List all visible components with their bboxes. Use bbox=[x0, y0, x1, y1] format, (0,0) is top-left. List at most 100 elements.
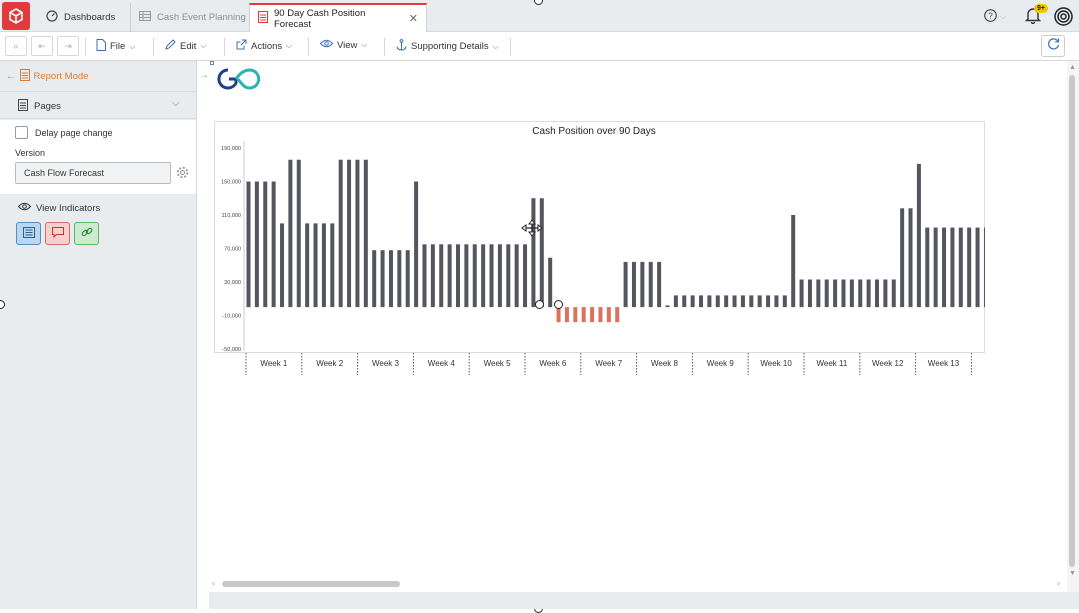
chart-bar bbox=[280, 223, 285, 308]
chart-bar bbox=[556, 307, 561, 323]
chart-bar bbox=[866, 279, 871, 308]
file-menu[interactable]: File ⌵ bbox=[96, 39, 135, 54]
chart-bar bbox=[539, 198, 544, 308]
chart-bar bbox=[514, 244, 519, 308]
chart-bar bbox=[548, 257, 553, 308]
week-label: Week 9 bbox=[707, 359, 735, 368]
tab-label: Dashboards bbox=[64, 12, 116, 23]
chart-bar bbox=[715, 295, 720, 308]
actions-menu[interactable]: Actions ⌵ bbox=[236, 39, 292, 53]
tab-cash-event-planning[interactable]: Cash Event Planning bbox=[130, 3, 254, 32]
chevron-down-icon: ⌵ bbox=[200, 41, 207, 50]
chart-bar bbox=[439, 244, 444, 308]
collapse-sidebar-icon[interactable]: → bbox=[199, 70, 209, 81]
version-select[interactable]: Cash Flow Forecast bbox=[15, 162, 171, 184]
pages-header[interactable]: Pages bbox=[18, 99, 61, 114]
chart-bar bbox=[631, 261, 636, 308]
chart-bar bbox=[875, 279, 879, 308]
week-label: Week 2 bbox=[316, 359, 344, 368]
report-mode-link[interactable]: ← Report Mode bbox=[6, 69, 88, 84]
tab-90-day-forecast[interactable]: 90 Day Cash Position Forecast ✕ bbox=[249, 3, 427, 32]
chart-bar bbox=[271, 181, 276, 308]
help-icon: ? bbox=[984, 9, 997, 25]
notification-badge: 9+ bbox=[1034, 4, 1048, 13]
chart-bar bbox=[883, 279, 888, 308]
selection-marker bbox=[210, 61, 214, 65]
tab-dashboards[interactable]: Dashboards bbox=[38, 3, 123, 32]
chart-bar bbox=[657, 261, 662, 308]
chart-bar bbox=[321, 223, 326, 308]
prev-page-icon[interactable]: ⇤ bbox=[31, 36, 53, 56]
app-logo-icon[interactable] bbox=[2, 2, 30, 30]
view-menu[interactable]: View ⌵ bbox=[319, 39, 368, 51]
chart-bar bbox=[824, 279, 829, 308]
chart-bar bbox=[699, 295, 704, 308]
comment-indicator-toggle[interactable] bbox=[45, 222, 70, 245]
scroll-right-icon[interactable]: › bbox=[1057, 578, 1060, 588]
y-tick-label: 30,000 bbox=[224, 280, 241, 286]
chart-bar bbox=[967, 227, 972, 308]
chart-bar bbox=[640, 261, 645, 308]
refresh-button[interactable] bbox=[1041, 35, 1065, 57]
chevron-down-icon[interactable]: ⌵ bbox=[172, 98, 180, 109]
week-label: Week 12 bbox=[872, 359, 904, 368]
chart-bar bbox=[464, 244, 469, 308]
bottom-strip bbox=[209, 592, 1079, 609]
resize-handle[interactable] bbox=[535, 300, 544, 309]
chart-bar bbox=[816, 279, 821, 308]
resize-handle[interactable] bbox=[554, 300, 563, 309]
chart-bar bbox=[523, 244, 528, 308]
scroll-down-icon[interactable]: ▼ bbox=[1069, 570, 1076, 577]
week-label: Week 8 bbox=[651, 359, 679, 368]
data-indicator-toggle[interactable] bbox=[16, 222, 41, 245]
chart-bar bbox=[791, 215, 796, 308]
supporting-details-menu[interactable]: Supporting Details ⌵ bbox=[396, 39, 499, 54]
file-label: File bbox=[110, 41, 126, 52]
delay-page-change-checkbox[interactable] bbox=[15, 126, 28, 139]
anchor-icon bbox=[396, 39, 407, 54]
chart-bar bbox=[405, 250, 410, 308]
chart-bar bbox=[615, 307, 620, 323]
cash-position-chart[interactable]: 190,000 150,000 110,000 70,000 30,000 -10,000… bbox=[214, 121, 985, 381]
gear-icon[interactable] bbox=[176, 166, 189, 184]
close-icon[interactable]: ✕ bbox=[409, 12, 418, 25]
vertical-scroll-thumb[interactable] bbox=[1069, 75, 1075, 567]
edit-label: Edit bbox=[180, 40, 197, 52]
chart-bar bbox=[606, 307, 611, 323]
chart-bar bbox=[430, 244, 435, 308]
scroll-up-icon[interactable]: ▲ bbox=[1069, 64, 1076, 71]
week-label: Week 1 bbox=[260, 359, 288, 368]
view-indicators-header: View Indicators bbox=[17, 202, 100, 214]
actions-label: Actions bbox=[251, 40, 283, 52]
chart-bar bbox=[573, 307, 578, 323]
chart-bar bbox=[648, 261, 653, 308]
help-menu[interactable]: ? ⌵ bbox=[984, 9, 1006, 25]
y-tick-label: 190,000 bbox=[221, 146, 241, 152]
chart-bar bbox=[456, 244, 460, 308]
tab-label: 90 Day Cash Position Forecast bbox=[274, 7, 366, 30]
chart-bar bbox=[254, 181, 259, 308]
week-label: Week 7 bbox=[595, 359, 623, 368]
chart-bar bbox=[447, 244, 452, 308]
chart-bar bbox=[338, 159, 343, 308]
horizontal-scroll-thumb[interactable] bbox=[222, 581, 400, 587]
chart-bar bbox=[313, 223, 318, 308]
eye-icon bbox=[17, 202, 32, 214]
pencil-icon bbox=[165, 39, 176, 53]
comment-icon bbox=[51, 225, 64, 243]
scroll-left-icon[interactable]: ‹ bbox=[212, 578, 215, 588]
chart-bar bbox=[388, 250, 393, 308]
first-page-icon[interactable]: « bbox=[5, 36, 27, 56]
chart-bar bbox=[849, 279, 854, 308]
chart-bar bbox=[330, 223, 335, 308]
target-icon[interactable] bbox=[1054, 7, 1073, 31]
chart-bar bbox=[497, 244, 502, 308]
chevron-down-icon: ⌵ bbox=[361, 40, 368, 49]
next-page-icon[interactable]: ⇥ bbox=[57, 36, 79, 56]
divider bbox=[153, 38, 154, 56]
edit-menu[interactable]: Edit ⌵ bbox=[165, 39, 206, 53]
chart-bar bbox=[355, 159, 360, 308]
chart-bar bbox=[246, 181, 251, 308]
link-indicator-toggle[interactable] bbox=[74, 222, 99, 245]
chart-bar bbox=[841, 279, 846, 308]
